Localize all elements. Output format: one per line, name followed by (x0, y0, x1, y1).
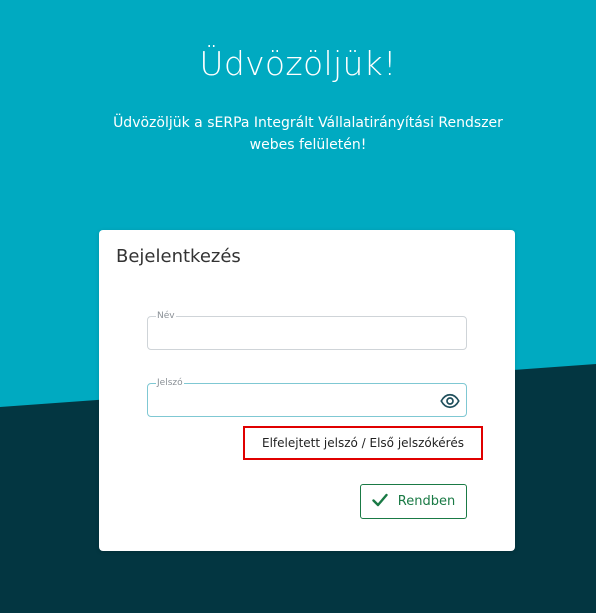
name-field-label: Név (156, 311, 176, 322)
name-field[interactable]: Név (147, 311, 467, 350)
welcome-subtitle-line-1: Üdvözöljük a sERPa Integrált Vállalatirá… (113, 115, 503, 131)
forgot-password-link[interactable]: Elfelejtett jelszó / Első jelszókérés (243, 426, 483, 460)
submit-button[interactable]: Rendben (360, 484, 467, 519)
password-field-label: Jelszó (156, 378, 184, 389)
check-icon (372, 493, 388, 511)
welcome-subtitle-line-2: webes felületén! (249, 137, 367, 153)
password-field[interactable]: Jelszó (147, 378, 467, 417)
submit-button-label: Rendben (397, 494, 456, 509)
welcome-subtitle: Üdvözöljük a sERPa Integrált Vállalatirá… (100, 112, 516, 156)
password-input[interactable] (156, 392, 436, 410)
name-input[interactable] (156, 325, 436, 343)
welcome-title: Üdvözöljük! (199, 44, 397, 83)
login-card: Bejelentkezés Név Jelszó Elfelejtett jel… (99, 230, 515, 551)
login-title: Bejelentkezés (116, 246, 241, 267)
eye-icon[interactable] (440, 391, 460, 411)
